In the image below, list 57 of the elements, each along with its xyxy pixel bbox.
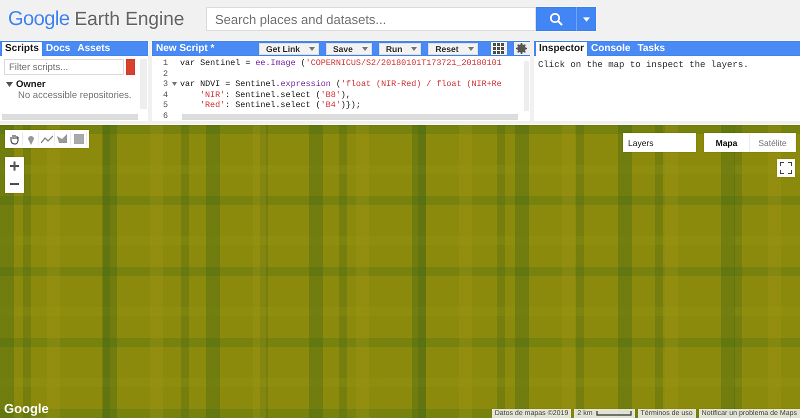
toolbar-button[interactable]: Reset bbox=[428, 42, 478, 54]
caret-icon bbox=[362, 46, 368, 50]
tree-item[interactable]: Owner bbox=[16, 79, 46, 90]
expand-caret-icon[interactable] bbox=[6, 81, 13, 88]
dropdown-button[interactable] bbox=[576, 7, 596, 31]
line-tool-button[interactable] bbox=[39, 132, 55, 146]
polygon-tool-button[interactable] bbox=[55, 132, 71, 146]
hand-tool-button[interactable] bbox=[7, 132, 23, 146]
toolbar-button[interactable]: Get Link bbox=[259, 42, 320, 54]
horizontal-scrollbar[interactable] bbox=[182, 114, 518, 120]
code-line: var NDVI = Sentinel.expression ('float (NIR-Red) / float (NIR+Re bbox=[180, 79, 502, 90]
fullscreen-button[interactable] bbox=[777, 159, 795, 177]
line-number: 5 bbox=[162, 100, 168, 110]
product-name: Earth Engine bbox=[74, 8, 184, 30]
map-drawing[interactable] bbox=[0, 125, 800, 418]
code-line: 'Red': Sentinel.select ('B4')}); bbox=[199, 100, 361, 110]
line-number: 2 bbox=[162, 68, 168, 79]
toolbar-button[interactable]: Run bbox=[378, 42, 422, 54]
panel-tab[interactable]: Scripts bbox=[2, 42, 42, 56]
rectangle-tool-button[interactable] bbox=[71, 132, 87, 146]
fold-icon[interactable] bbox=[172, 82, 176, 86]
hand-icon bbox=[9, 134, 20, 144]
line-number: 1 bbox=[162, 58, 168, 68]
tree-item: No accessible repositories. bbox=[17, 90, 133, 101]
search-button[interactable] bbox=[536, 7, 576, 31]
scale-bar-icon bbox=[596, 411, 632, 416]
marker-icon bbox=[26, 134, 34, 144]
search-icon bbox=[549, 12, 563, 26]
caret-icon bbox=[411, 46, 418, 50]
filter-field[interactable]: Filter scripts... bbox=[4, 59, 124, 75]
apps-button[interactable] bbox=[490, 42, 507, 55]
line-number: 4 bbox=[162, 90, 168, 100]
script-title: New Script * bbox=[156, 43, 216, 54]
google-logo: Google bbox=[8, 8, 70, 30]
horizontal-scrollbar[interactable] bbox=[2, 114, 138, 120]
caret-icon bbox=[468, 46, 474, 50]
line-icon bbox=[40, 134, 52, 144]
line-number: 6 bbox=[162, 110, 168, 121]
panel-tab[interactable]: Inspector bbox=[536, 42, 588, 56]
code-line: 'NIR': Sentinel.select ('B8'), bbox=[199, 90, 351, 100]
rectangle-icon bbox=[74, 134, 84, 144]
caret-icon bbox=[309, 46, 316, 50]
caret-icon bbox=[583, 16, 590, 22]
inspector-message: Click on the map to inspect the layers. bbox=[537, 59, 750, 72]
line-number: 3 bbox=[162, 79, 168, 90]
toolbar-button[interactable]: Save bbox=[326, 42, 372, 54]
code-line: var Sentinel = ee.Image ('COPERNICUS/S2/20180101T173721_20180101 bbox=[180, 58, 502, 68]
fullscreen-icon bbox=[780, 162, 792, 174]
layers-button[interactable]: Layers bbox=[623, 133, 696, 152]
settings-icon bbox=[516, 43, 528, 54]
google-logo: Google bbox=[4, 401, 49, 416]
polygon-icon bbox=[57, 134, 68, 144]
search-field[interactable]: Search places and datasets... bbox=[206, 7, 536, 31]
grid-icon bbox=[493, 43, 504, 54]
map-type-button[interactable]: Mapa bbox=[704, 133, 750, 152]
settings-button[interactable] bbox=[514, 42, 530, 55]
map-type-button[interactable]: Satélite bbox=[750, 133, 796, 152]
